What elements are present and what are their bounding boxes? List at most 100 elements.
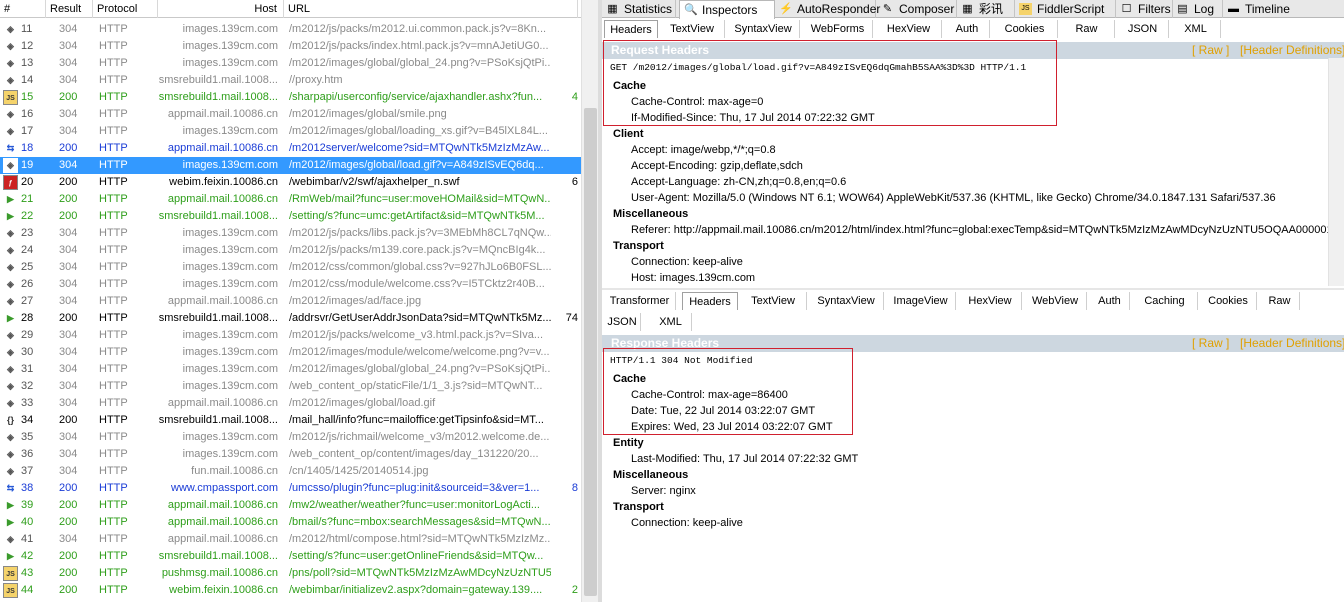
session-row[interactable]: ◈ 41 304 HTTP appmail.mail.10086.cn/m2012/ht…: [0, 531, 581, 548]
subtab-imageview[interactable]: ImageView: [886, 292, 956, 310]
session-list-scrollbar[interactable]: [581, 0, 598, 602]
session-host: images.139cm.com: [182, 380, 278, 392]
tab-autoresponder[interactable]: ⚡ AutoResponder: [775, 0, 880, 18]
subtab-auth[interactable]: Auth: [945, 20, 990, 38]
session-row[interactable]: ◈ 24 304 HTTP images.139cm.com/m2012/js/pack…: [0, 242, 581, 259]
col-num[interactable]: #: [0, 0, 46, 18]
subtab-raw[interactable]: Raw: [1059, 20, 1115, 38]
session-row[interactable]: ƒ 20 200 HTTP webim.feixin.10086.cn/webimbar…: [0, 174, 581, 191]
subtab-syntaxview[interactable]: SyntaxView: [809, 292, 884, 310]
tab-statistics[interactable]: ▦ Statistics: [602, 0, 676, 18]
col-host[interactable]: Host: [158, 0, 284, 18]
session-protocol: HTTP: [99, 499, 128, 511]
session-size: [556, 276, 578, 293]
subtab-json[interactable]: JSON: [604, 313, 641, 331]
header-entry[interactable]: Accept: image/webp,*/*;q=0.8: [631, 144, 776, 156]
session-row[interactable]: ◈ 36 304 HTTP images.139cm.com/web_content_o…: [0, 446, 581, 463]
subtab-raw[interactable]: Raw: [1260, 292, 1300, 310]
session-num: 13: [21, 57, 34, 69]
session-row[interactable]: ◈ 23 304 HTTP images.139cm.com/m2012/js/pack…: [0, 225, 581, 242]
session-row[interactable]: ⇆ 38 200 HTTP www.cmpassport.com/umcsso/plug…: [0, 480, 581, 497]
tab-log[interactable]: ▤ Log: [1172, 0, 1223, 18]
header-entry[interactable]: Host: images.139cm.com: [631, 272, 755, 284]
subtab-transformer[interactable]: Transformer: [604, 292, 676, 310]
request-raw-link[interactable]: [ Raw ]: [1192, 42, 1229, 59]
session-row[interactable]: ▶ 40 200 HTTP appmail.mail.10086.cn/bmail/s?…: [0, 514, 581, 531]
session-row[interactable]: JS 43 200 HTTP pushmsg.mail.10086.cn/pns/pol…: [0, 565, 581, 582]
session-row[interactable]: ◈ 17 304 HTTP images.139cm.com/m2012/images/…: [0, 123, 581, 140]
session-row[interactable]: ◈ 16 304 HTTP appmail.mail.10086.cn/m2012/im…: [0, 106, 581, 123]
header-entry[interactable]: Server: nginx: [631, 485, 696, 497]
session-row[interactable]: ◈ 30 304 HTTP images.139cm.com/m2012/images/…: [0, 344, 581, 361]
session-row[interactable]: ◈ 19 304 HTTP images.139cm.com/m2012/images/…: [0, 157, 581, 174]
session-row[interactable]: ◈ 25 304 HTTP images.139cm.com/m2012/css/com…: [0, 259, 581, 276]
cached-response-icon: ◈: [3, 73, 18, 88]
tab--[interactable]: ▦彩讯科技: [957, 0, 1015, 34]
header-entry[interactable]: User-Agent: Mozilla/5.0 (Windows NT 6.1;…: [631, 192, 1276, 204]
subtab-headers[interactable]: Headers: [604, 20, 658, 38]
subtab-syntaxview[interactable]: SyntaxView: [727, 20, 800, 38]
response-header-definitions-link[interactable]: [Header Definitions]: [1240, 335, 1344, 352]
session-row[interactable]: {} 34 200 HTTP smsrebuild1.mail.1008... /mail…: [0, 412, 581, 429]
subtab-hexview[interactable]: HexView: [959, 292, 1022, 310]
session-row[interactable]: ▶ 21 200 HTTP appmail.mail.10086.cn/RmWeb/ma…: [0, 191, 581, 208]
request-header-definitions-link[interactable]: [Header Definitions]: [1240, 42, 1344, 59]
subtab-xml[interactable]: XML: [650, 313, 692, 331]
session-row[interactable]: ▶ 22 200 HTTP smsrebuild1.mail.1008... /setti…: [0, 208, 581, 225]
response-raw-link[interactable]: [ Raw ]: [1192, 335, 1229, 352]
subtab-textview[interactable]: TextView: [660, 20, 725, 38]
subtab-headers[interactable]: Headers: [682, 292, 738, 310]
session-row[interactable]: ◈ 35 304 HTTP images.139cm.com/m2012/js/rich…: [0, 429, 581, 446]
request-scrollbar[interactable]: [1328, 58, 1344, 286]
session-row[interactable]: JS 15 200 HTTP smsrebuild1.mail.1008... /shar…: [0, 89, 581, 106]
tab-composer[interactable]: ✎ Composer: [877, 0, 957, 18]
session-row[interactable]: ▶ 39 200 HTTP appmail.mail.10086.cn/mw2/weat…: [0, 497, 581, 514]
session-row[interactable]: ◈ 29 304 HTTP images.139cm.com/m2012/js/pack…: [0, 327, 581, 344]
subtab-hexview[interactable]: HexView: [876, 20, 942, 38]
tab-filters[interactable]: ☐ Filters: [1116, 0, 1173, 18]
session-row[interactable]: ◈ 37 304 HTTP fun.mail.10086.cn/cn/1405/1425…: [0, 463, 581, 480]
header-entry[interactable]: Accept-Language: zh-CN,zh;q=0.8,en;q=0.6: [631, 176, 846, 188]
col-protocol[interactable]: Protocol: [93, 0, 158, 18]
tab-inspectors[interactable]: 🔍 Inspectors: [679, 0, 775, 19]
header-entry[interactable]: Connection: keep-alive: [631, 256, 743, 268]
header-entry[interactable]: Referer: http://appmail.mail.10086.cn/m2…: [631, 224, 1333, 236]
session-row[interactable]: ◈ 33 304 HTTP appmail.mail.10086.cn/m2012/im…: [0, 395, 581, 412]
session-num: 31: [21, 363, 34, 375]
session-row[interactable]: ◈ 32 304 HTTP images.139cm.com/web_content_o…: [0, 378, 581, 395]
scrollbar-thumb[interactable]: [584, 108, 597, 596]
session-row[interactable]: ⇆ 18 200 HTTP appmail.mail.10086.cn/m2012ser…: [0, 140, 581, 157]
header-entry[interactable]: Last-Modified: Thu, 17 Jul 2014 07:22:32…: [631, 453, 858, 465]
session-num: 42: [21, 550, 34, 562]
session-row[interactable]: ◈ 31 304 HTTP images.139cm.com/m2012/images/…: [0, 361, 581, 378]
session-row[interactable]: JS 44 200 HTTP webim.feixin.10086.cn/webimba…: [0, 582, 581, 599]
session-row[interactable]: ▶ 28 200 HTTP smsrebuild1.mail.1008... /addrs…: [0, 310, 581, 327]
session-size: [556, 72, 578, 89]
subtab-cookies[interactable]: Cookies: [1200, 292, 1257, 310]
subtab-webview[interactable]: WebView: [1024, 292, 1087, 310]
tab-fiddlerscript[interactable]: JS FiddlerScript: [1015, 0, 1116, 18]
subtab-cookies[interactable]: Cookies: [992, 20, 1058, 38]
session-host: smsrebuild1.mail.1008...: [158, 210, 278, 222]
subtab-caching[interactable]: Caching: [1132, 292, 1198, 310]
session-row[interactable]: ◈ 14 304 HTTP smsrebuild1.mail.1008... //prox…: [0, 72, 581, 89]
session-row[interactable]: ◈ 27 304 HTTP appmail.mail.10086.cn/m2012/im…: [0, 293, 581, 310]
subtab-xml[interactable]: XML: [1171, 20, 1221, 38]
col-url[interactable]: URL: [284, 0, 578, 18]
session-row[interactable]: ◈ 26 304 HTTP images.139cm.com/m2012/css/mod…: [0, 276, 581, 293]
script-file-icon: JS: [3, 90, 18, 105]
session-host: webim.feixin.10086.cn: [169, 176, 278, 188]
subtab-json[interactable]: JSON: [1117, 20, 1169, 38]
header-entry[interactable]: Connection: keep-alive: [631, 517, 743, 529]
session-row[interactable]: ▶ 42 200 HTTP smsrebuild1.mail.1008... /setti…: [0, 548, 581, 565]
session-size: [556, 21, 578, 38]
session-row[interactable]: ◈ 12 304 HTTP images.139cm.com/m2012/js/pack…: [0, 38, 581, 55]
subtab-textview[interactable]: TextView: [740, 292, 807, 310]
col-result[interactable]: Result: [46, 0, 93, 18]
tab-timeline[interactable]: ▬ Timeline: [1223, 0, 1344, 18]
subtab-webforms[interactable]: WebForms: [803, 20, 873, 38]
subtab-auth[interactable]: Auth: [1090, 292, 1130, 310]
session-row[interactable]: ◈ 13 304 HTTP images.139cm.com/m2012/images/…: [0, 55, 581, 72]
session-row[interactable]: ◈ 11 304 HTTP images.139cm.com/m2012/js/pack…: [0, 21, 581, 38]
header-entry[interactable]: Accept-Encoding: gzip,deflate,sdch: [631, 160, 803, 172]
